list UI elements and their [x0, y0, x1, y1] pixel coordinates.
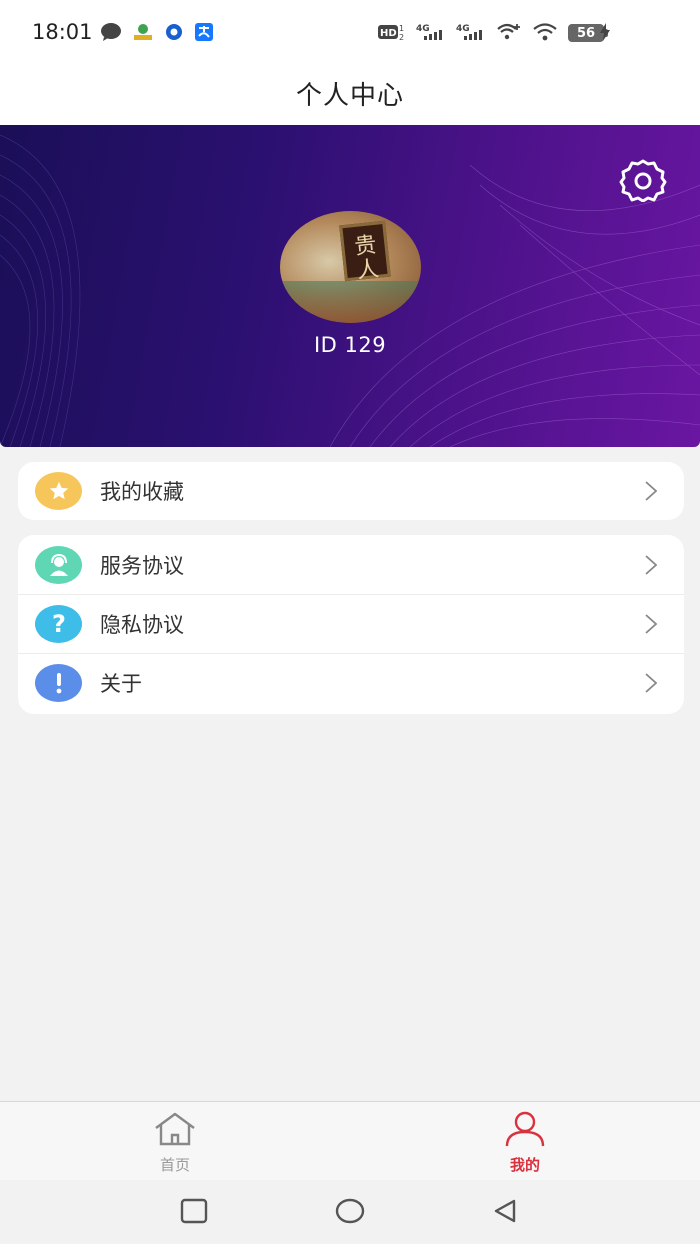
menu-item-privacy-agreement[interactable]: ? 隐私协议	[18, 594, 684, 653]
chevron-right-icon	[645, 673, 658, 693]
menu-item-label: 关于	[100, 672, 142, 696]
wifi-icon	[532, 22, 558, 42]
system-nav-bar	[0, 1180, 700, 1244]
tab-label: 首页	[159, 1156, 190, 1174]
chevron-right-icon	[645, 481, 658, 501]
settings-button[interactable]	[616, 153, 670, 207]
charging-icon	[600, 23, 610, 45]
back-triangle-icon[interactable]	[492, 1198, 518, 1224]
favorites-card: 我的收藏	[18, 462, 684, 520]
menu-item-favorites[interactable]: 我的收藏	[18, 462, 684, 520]
svg-text:1: 1	[399, 24, 404, 33]
tab-label: 我的	[509, 1156, 540, 1174]
agreements-card: 服务协议 ? 隐私协议 关于	[18, 535, 684, 714]
exclamation-icon	[35, 664, 82, 702]
avatar-scenery	[280, 281, 421, 323]
hd-icon: HD 1 2	[378, 22, 406, 42]
home-circle-icon[interactable]	[335, 1198, 365, 1224]
menu-item-label: 服务协议	[100, 553, 184, 578]
chevron-right-icon	[645, 554, 658, 575]
svg-text:4G: 4G	[456, 24, 470, 34]
menu-item-about[interactable]: 关于	[18, 653, 684, 712]
service-agent-icon	[35, 545, 82, 584]
avatar[interactable]: 贵 人	[280, 211, 421, 323]
recent-apps-icon[interactable]	[180, 1198, 208, 1224]
user-id: ID 129	[313, 333, 387, 357]
avatar-plaque: 贵 人	[339, 220, 391, 284]
chevron-right-icon	[645, 614, 658, 634]
svg-text:HD: HD	[380, 28, 397, 39]
svg-text:?: ?	[52, 611, 66, 637]
page-title: 个人中心	[295, 81, 404, 111]
signal-4g-icon: 4G	[416, 22, 446, 42]
message-icon	[100, 22, 122, 42]
svg-text:2: 2	[399, 33, 404, 42]
alipay-icon	[194, 22, 214, 42]
status-bar: 18:01 HD 1 2 4G 4G 56	[0, 0, 700, 62]
user-icon	[505, 1111, 545, 1147]
bottom-tab-bar: 首页 我的	[0, 1101, 700, 1180]
tab-home[interactable]: 首页	[105, 1102, 245, 1181]
star-icon	[35, 472, 82, 510]
title-bar: 个人中心	[0, 62, 700, 125]
battery-level: 56	[568, 24, 604, 42]
menu-item-service-agreement[interactable]: 服务协议	[18, 535, 684, 594]
menu-item-label: 我的收藏	[100, 480, 184, 504]
app-icon	[164, 22, 184, 42]
question-icon: ?	[35, 605, 82, 643]
signal-4g-icon: 4G	[456, 22, 486, 42]
status-time: 18:01	[32, 20, 93, 44]
status-left-icons	[100, 22, 214, 42]
menu-item-label: 隐私协议	[100, 613, 184, 637]
home-icon	[155, 1112, 195, 1146]
app-icon	[132, 22, 154, 42]
gear-icon	[619, 159, 667, 202]
tab-mine[interactable]: 我的	[455, 1102, 595, 1181]
profile-banner: 贵 人 ID 129	[0, 125, 700, 447]
wifi-plus-icon	[496, 22, 522, 42]
svg-text:4G: 4G	[416, 24, 430, 34]
